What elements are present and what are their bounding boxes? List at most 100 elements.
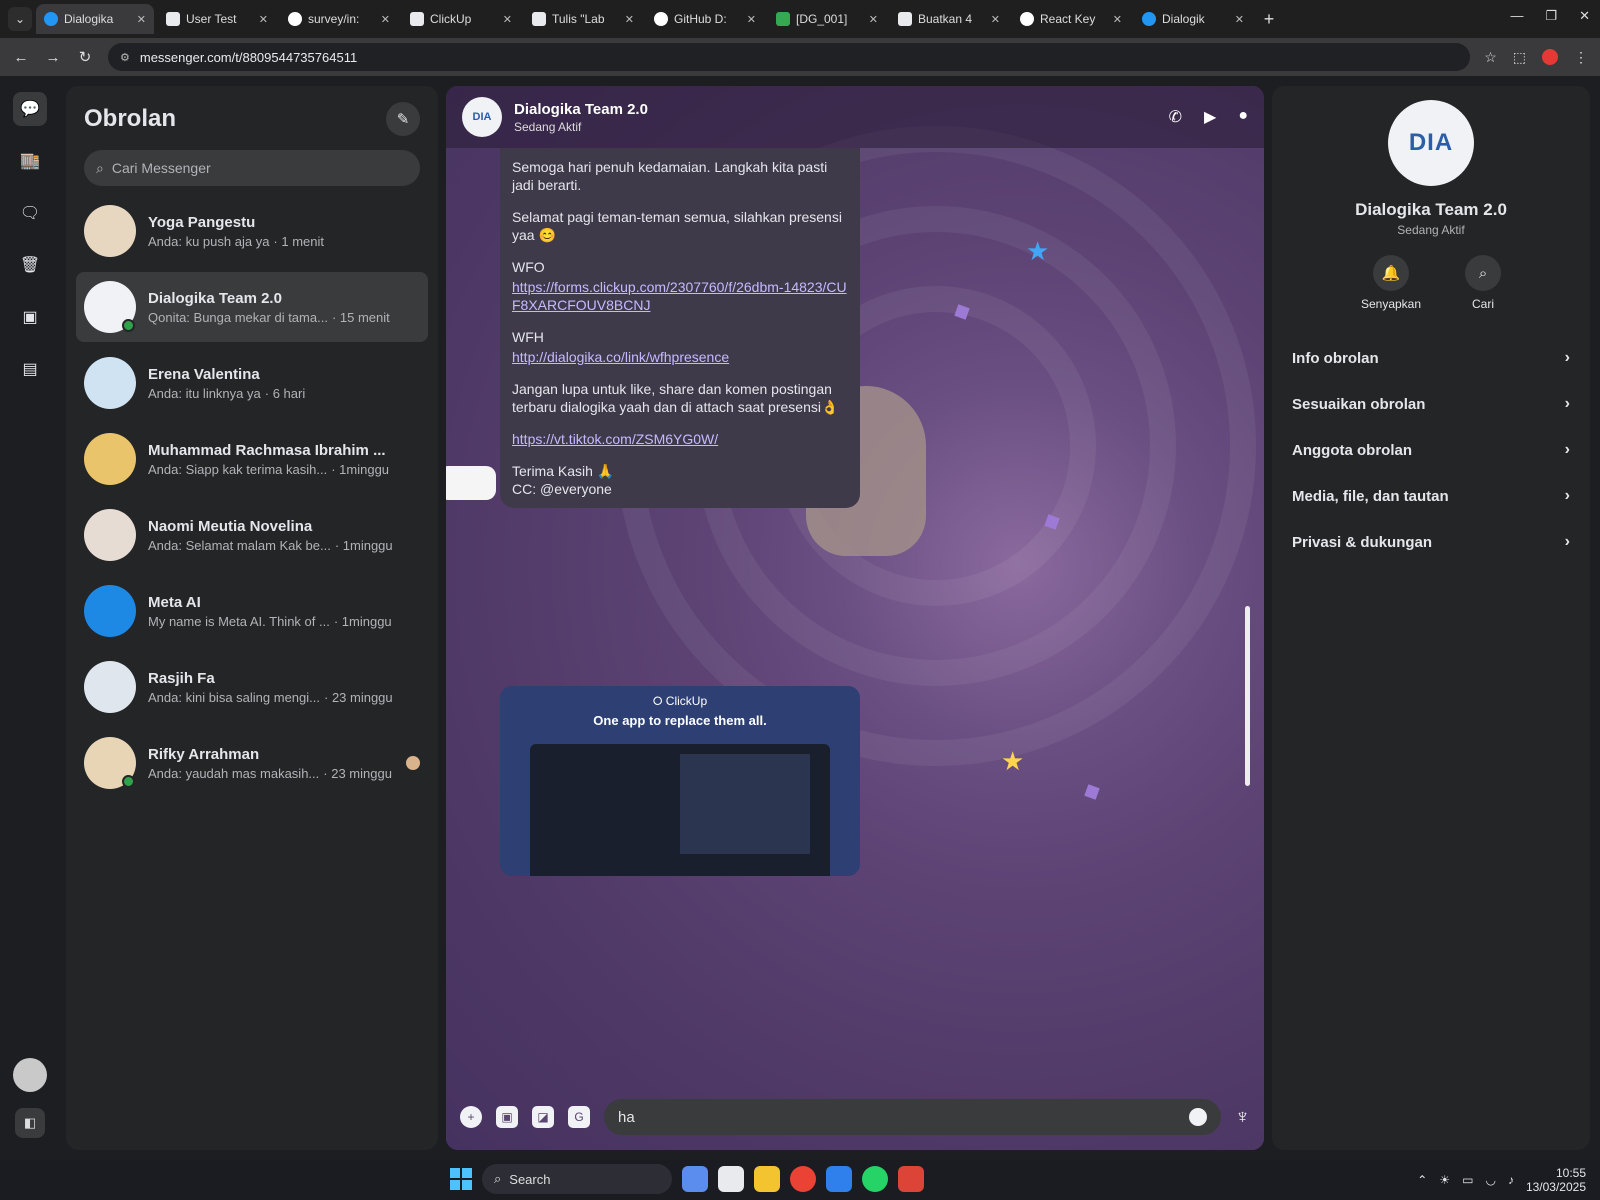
back-icon[interactable]: ← [12,49,30,66]
community-nav-icon-2[interactable]: ▤ [13,352,47,386]
chat-list-item[interactable]: Naomi Meutia Novelina Anda: Selamat malam… [76,500,428,570]
tab-search-button[interactable]: ⌄ [8,7,32,31]
extensions-icon[interactable]: ⬚ [1513,49,1526,66]
close-icon[interactable]: ✕ [1235,13,1244,26]
archive-nav-icon[interactable]: 🗑 [13,248,47,282]
search-in-chat-button[interactable]: ⌕ Cari [1465,255,1502,311]
windows-start-icon[interactable] [450,1168,472,1190]
gif-icon[interactable]: G [568,1106,590,1128]
chat-list-item[interactable]: Dialogika Team 2.0 Qonita: Bunga mekar di… [76,272,428,342]
search-icon: ⌕ [1465,255,1502,291]
chat-name: Muhammad Rachmasa Ibrahim ... [148,441,386,459]
section-privacy[interactable]: Privasi & dukungan › [1282,519,1580,565]
copilot-icon[interactable] [682,1166,708,1192]
clock[interactable]: 10:55 13/03/2025 [1526,1166,1586,1194]
battery-icon[interactable]: ▭ [1462,1173,1473,1187]
menu-kebab-icon[interactable]: ⋮ [1574,49,1588,66]
more-actions-icon[interactable]: + [460,1106,482,1128]
close-icon[interactable]: ✕ [259,13,268,26]
chevron-up-icon[interactable]: ⌃ [1417,1173,1427,1187]
chat-list-item[interactable]: Erena Valentina Anda: itu linknya ya · 6 h… [76,348,428,418]
tab-title: User Test [186,12,237,26]
whatsapp-icon[interactable] [862,1166,888,1192]
message-input[interactable]: ha [604,1099,1221,1135]
phone-icon[interactable]: ✆ [1169,107,1182,127]
file-explorer-icon[interactable] [754,1166,780,1192]
forward-icon[interactable]: → [44,49,62,66]
wfo-link[interactable]: https://forms.clickup.com/2307760/f/26db… [512,278,848,314]
chats-nav-icon[interactable]: 💬 [13,92,47,126]
vscode-icon[interactable] [826,1166,852,1192]
conversation-title[interactable]: Dialogika Team 2.0 [514,101,648,118]
marketplace-nav-icon[interactable]: 🏬 [13,144,47,178]
messenger-icon [44,12,58,26]
tab-dialogika[interactable]: Dialogika ✕ [36,4,154,34]
close-icon[interactable]: ✕ [747,13,756,26]
tab-user-test[interactable]: User Test ✕ [158,4,276,34]
close-icon[interactable]: ✕ [503,13,512,26]
reaction-pill[interactable] [446,466,496,500]
tiktok-link[interactable]: https://vt.tiktok.com/ZSM6YG0W/ [512,430,848,448]
url-field[interactable]: ⚙ messenger.com/t/8809544735764511 [108,43,1471,71]
chat-body: Rasjih Fa Anda: kini bisa saling mengi...… [148,670,420,705]
app-icon[interactable] [898,1166,924,1192]
video-call-icon[interactable]: ▶ [1204,107,1216,127]
send-like-icon[interactable]: ♆ [1235,1106,1250,1129]
emoji-icon[interactable] [1189,1108,1207,1126]
section-media[interactable]: Media, file, dan tautan › [1282,473,1580,519]
section-customize-chat[interactable]: Sesuaikan obrolan › [1282,381,1580,427]
maximize-icon[interactable]: ❐ [1545,8,1557,24]
chrome-icon[interactable] [790,1166,816,1192]
close-icon[interactable]: ✕ [625,13,634,26]
close-icon[interactable]: ✕ [1113,13,1122,26]
tab-tulis[interactable]: Tulis "Lab ✕ [524,4,642,34]
bookmark-star-icon[interactable]: ☆ [1484,49,1497,66]
section-chat-info[interactable]: Info obrolan › [1282,335,1580,381]
system-tray: ⌃ ☀ ▭ ◡ ♪ 10:55 13/03/2025 [1417,1166,1586,1194]
close-window-icon[interactable]: ✕ [1579,8,1590,24]
tab-dg001[interactable]: [DG_001] ✕ [768,4,886,34]
scrollbar[interactable] [1245,606,1250,786]
tab-survey[interactable]: survey/in: ✕ [280,4,398,34]
search-input[interactable]: ⌕ Cari Messenger [84,150,420,186]
chat-time: · 1 menit [273,233,325,249]
brightness-icon[interactable]: ☀ [1439,1173,1450,1187]
tab-github[interactable]: GitHub D: ✕ [646,4,764,34]
wifi-icon[interactable]: ◡ [1485,1173,1495,1187]
link-preview-card[interactable]: ⭘ ClickUp One app to replace them all. [500,686,860,876]
chat-list-item[interactable]: Rifky Arrahman Anda: yaudah mas makasih..… [76,728,428,798]
file-icon[interactable] [718,1166,744,1192]
info-icon[interactable]: ● [1238,107,1248,127]
preview-title: ⭘ ClickUp [652,694,708,708]
taskbar-search[interactable]: ⌕ Search [482,1164,672,1194]
close-icon[interactable]: ✕ [869,13,878,26]
new-message-icon[interactable]: ✎ [386,102,420,136]
reload-icon[interactable]: ↻ [76,48,94,66]
group-avatar[interactable]: DIA [462,97,502,137]
chat-list-item[interactable]: Muhammad Rachmasa Ibrahim ... Anda: Siapp… [76,424,428,494]
close-icon[interactable]: ✕ [137,13,146,26]
requests-nav-icon[interactable]: 🗨 [13,196,47,230]
minimize-icon[interactable]: — [1510,8,1523,24]
wfh-link[interactable]: http://dialogika.co/link/wfhpresence [512,348,848,366]
tab-react-key[interactable]: React Key ✕ [1012,4,1130,34]
close-icon[interactable]: ✕ [381,13,390,26]
chat-list-item[interactable]: Rasjih Fa Anda: kini bisa saling mengi...… [76,652,428,722]
close-icon[interactable]: ✕ [991,13,1000,26]
image-icon[interactable]: ▣ [496,1106,518,1128]
my-profile-avatar[interactable] [13,1058,47,1092]
site-info-icon[interactable]: ⚙ [120,51,130,64]
tab-dialogika-2[interactable]: Dialogik ✕ [1134,4,1252,34]
tab-buatkan[interactable]: Buatkan 4 ✕ [890,4,1008,34]
mute-button[interactable]: 🔔 Senyapkan [1361,255,1421,311]
volume-icon[interactable]: ♪ [1508,1173,1514,1187]
collapse-sidebar-icon[interactable]: ◧ [15,1108,45,1138]
section-members[interactable]: Anggota obrolan › [1282,427,1580,473]
profile-avatar[interactable] [1542,48,1558,65]
chat-list-item[interactable]: Yoga Pangestu Anda: ku push aja ya · 1 men… [76,196,428,266]
tab-clickup[interactable]: ClickUp ✕ [402,4,520,34]
sticker-icon[interactable]: ◪ [532,1106,554,1128]
chat-list-item[interactable]: Meta AI My name is Meta AI. Think of ... ·… [76,576,428,646]
community-nav-icon[interactable]: ▣ [13,300,47,334]
new-tab-button[interactable]: + [1256,9,1282,30]
